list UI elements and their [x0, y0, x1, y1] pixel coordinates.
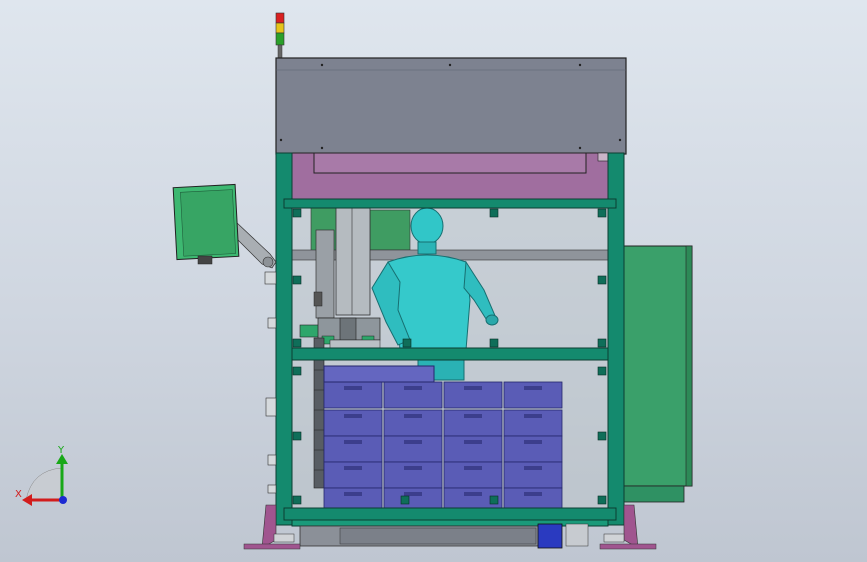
tote-bin [323, 365, 435, 383]
tote-handle [404, 440, 422, 444]
tote-handle [464, 492, 482, 496]
tote-handle [464, 414, 482, 418]
tote-handle [344, 386, 362, 390]
tote-bin [323, 461, 383, 489]
tote-bin [323, 381, 383, 409]
machine-model: Y X [15, 12, 693, 550]
hmi-monitor [172, 183, 277, 269]
tote-bin [443, 435, 503, 463]
interior-panel [369, 209, 411, 251]
tote-bin [443, 461, 503, 489]
tote-bin [323, 409, 383, 437]
coordinate-triad-icon: Y X [15, 445, 68, 506]
tote-bin [443, 381, 503, 409]
tote-handle [524, 440, 542, 444]
tote-bin [503, 435, 563, 463]
tote-bin [503, 409, 563, 437]
tote-handle [524, 414, 542, 418]
tote-bin [383, 381, 443, 409]
y-axis-label: Y [57, 445, 65, 456]
tote-bin [383, 461, 443, 489]
tote-handle [344, 466, 362, 470]
cad-viewport[interactable]: Y X [0, 0, 867, 562]
tote-bin [323, 435, 383, 463]
signal-tower-icon [275, 12, 285, 60]
tote-handle [524, 466, 542, 470]
tote-handle [524, 492, 542, 496]
tote-handle [404, 386, 422, 390]
top-hood [275, 57, 627, 155]
tote-bin [503, 381, 563, 409]
side-cabinet [621, 245, 693, 503]
tote-handle [464, 466, 482, 470]
left-fittings [264, 271, 277, 494]
tote-handle [464, 386, 482, 390]
tote-handle [524, 386, 542, 390]
front-fascia [283, 152, 617, 202]
tote-handle [404, 466, 422, 470]
tote-bin [383, 409, 443, 437]
tote-bin [443, 409, 503, 437]
x-axis-label: X [15, 489, 22, 500]
tote-handle [344, 414, 362, 418]
tote-bin [383, 435, 443, 463]
tote-handle [404, 492, 422, 496]
tote-handle [464, 440, 482, 444]
tote-handle [344, 492, 362, 496]
tote-handle [404, 414, 422, 418]
tote-bin [503, 461, 563, 489]
tote-handle [344, 440, 362, 444]
